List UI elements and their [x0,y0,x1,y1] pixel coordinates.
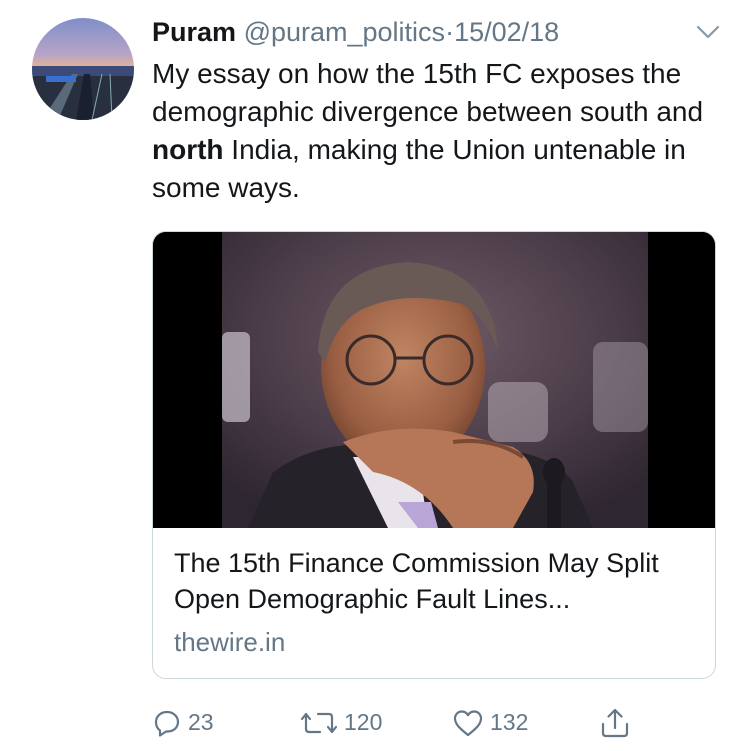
share-icon [601,708,629,737]
separator-dot: · [445,17,455,47]
link-card[interactable]: The 15th Finance Commission May Split Op… [152,231,716,679]
avatar[interactable] [32,18,134,120]
reply-icon [154,710,180,737]
tweet-actions: 23 120 132 [0,700,749,745]
tweet-date[interactable]: 15/02/18 [454,17,559,47]
reply-count: 23 [188,709,214,735]
display-name[interactable]: Puram [152,17,236,47]
like-button[interactable]: 132 [452,700,528,745]
tweet-text-bold: north [152,134,224,165]
chevron-down-icon[interactable] [693,20,723,44]
card-title[interactable]: The 15th Finance Commission May Split Op… [174,545,704,617]
tweet-text-part1: My essay on how the 15th FC exposes the … [152,58,704,127]
retweet-button[interactable]: 120 [300,700,382,745]
retweet-icon [300,712,338,733]
user-handle[interactable]: @puram_politics [244,17,446,47]
card-image [153,232,715,528]
share-button[interactable] [600,700,630,745]
reply-button[interactable]: 23 [152,700,214,745]
card-domain[interactable]: thewire.in [174,625,285,659]
tweet-text-part2: India, making the Union untenable in som… [152,134,686,203]
retweet-count: 120 [344,709,383,735]
tweet-header: Puram @puram_politics·15/02/18 [152,16,559,48]
heart-icon [453,709,483,736]
tweet-text: My essay on how the 15th FC exposes the … [152,55,722,207]
like-count: 132 [490,709,529,735]
